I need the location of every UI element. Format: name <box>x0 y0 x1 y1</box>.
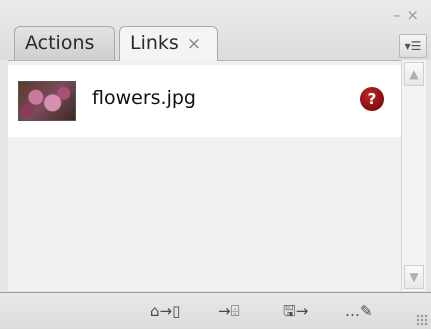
arrow-down-icon: ▼ <box>409 270 419 284</box>
panel-menu-icon: ▾☰ <box>404 39 422 53</box>
go-to-link-button[interactable]: →⌹ <box>218 301 240 321</box>
update-link-button[interactable]: 🖫→ <box>283 301 308 321</box>
minimize-icon[interactable]: – <box>393 6 407 24</box>
tab-actions[interactable]: Actions <box>14 26 115 60</box>
panel-titlebar: –× Actions Links × ▾☰ <box>0 0 431 61</box>
close-tab-icon[interactable]: × <box>187 34 201 54</box>
scroll-down-button[interactable]: ▼ <box>404 265 424 289</box>
vertical-scrollbar[interactable]: ▲ ▼ <box>401 60 426 291</box>
tab-label: Links <box>130 32 179 54</box>
resize-grip-icon[interactable] <box>416 314 428 326</box>
image-thumbnail <box>18 81 76 121</box>
update-link-icon: 🖫→ <box>283 302 309 320</box>
scroll-up-button[interactable]: ▲ <box>404 62 424 86</box>
links-panel: –× Actions Links × ▾☰ flowers.jpg ? ▲ ▼ ⌂… <box>0 0 431 329</box>
link-filename: flowers.jpg <box>92 87 196 109</box>
links-list: flowers.jpg ? <box>8 60 401 291</box>
list-item[interactable]: flowers.jpg ? <box>8 65 401 137</box>
close-icon[interactable]: × <box>406 6 425 24</box>
panel-toolbar: ⌂→▯ →⌹ 🖫→ …✎ <box>0 292 431 329</box>
relink-icon: ⌂→▯ <box>150 302 181 320</box>
missing-link-icon: ? <box>360 87 384 111</box>
go-to-link-icon: →⌹ <box>218 302 240 320</box>
tab-label: Actions <box>25 32 95 54</box>
tab-links[interactable]: Links × <box>119 26 218 61</box>
edit-original-icon: …✎ <box>345 302 373 320</box>
arrow-up-icon: ▲ <box>409 67 419 81</box>
edit-original-button[interactable]: …✎ <box>345 301 373 321</box>
relink-button[interactable]: ⌂→▯ <box>150 301 180 321</box>
window-controls: –× <box>393 6 425 24</box>
panel-menu-button[interactable]: ▾☰ <box>399 34 427 58</box>
